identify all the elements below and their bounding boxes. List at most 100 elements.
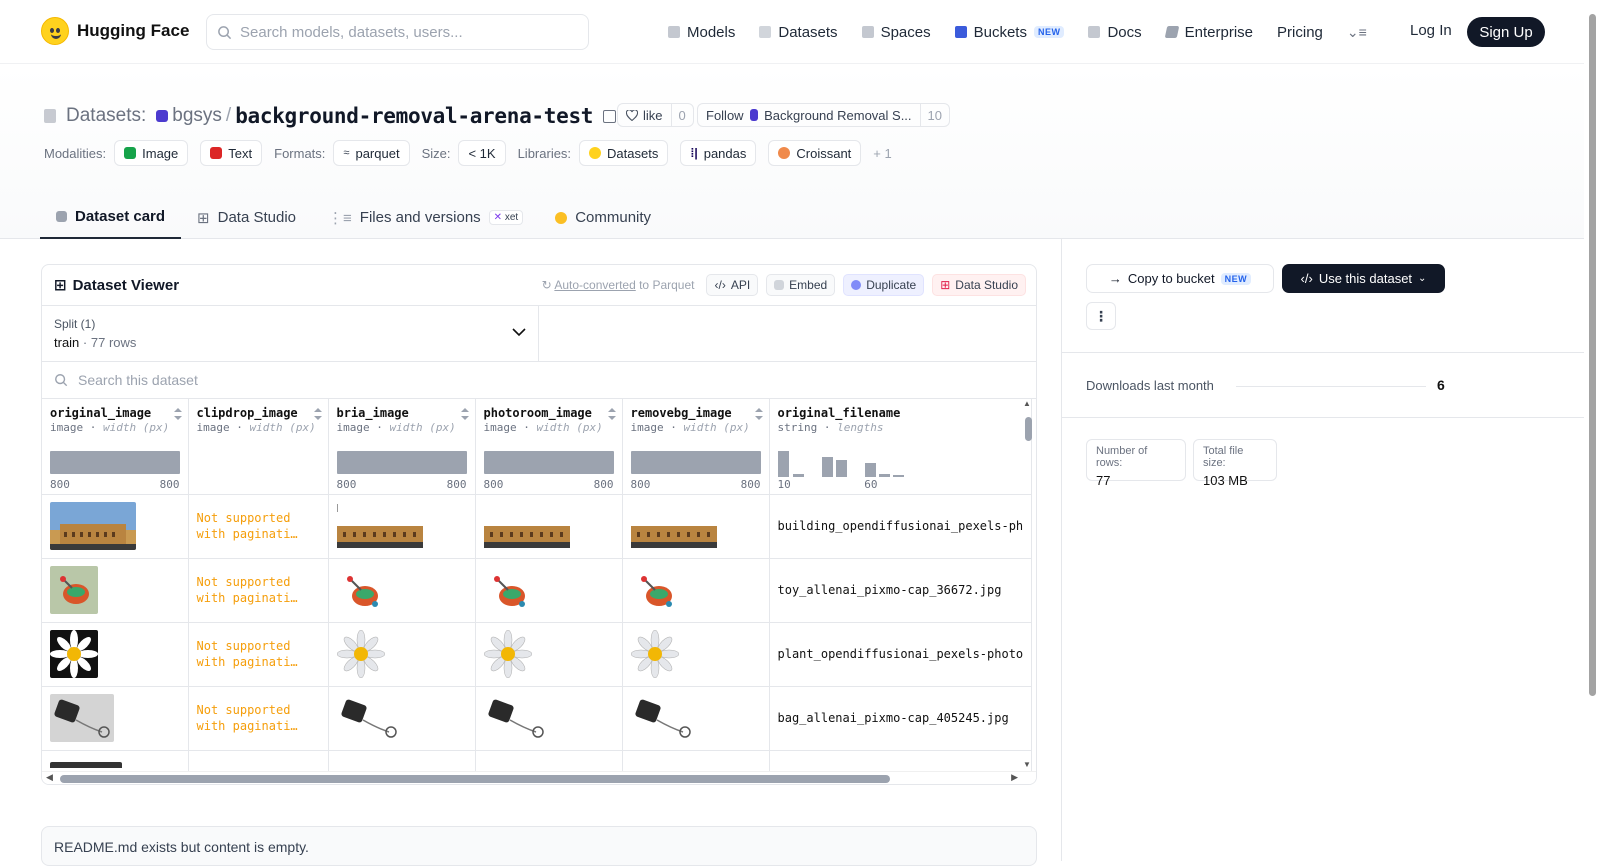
histogram-bar[interactable] bbox=[50, 451, 180, 474]
tab-dataset-card[interactable]: Dataset card bbox=[40, 196, 182, 239]
building-cutout-image[interactable] bbox=[483, 502, 570, 550]
nav-models[interactable]: Models bbox=[668, 19, 735, 45]
image-cell[interactable] bbox=[328, 558, 476, 623]
global-search-input[interactable]: Search models, datasets, users... bbox=[206, 14, 589, 50]
nav-spaces[interactable]: Spaces bbox=[861, 19, 931, 45]
vertical-scrollbar[interactable]: ▲ ▼ bbox=[1022, 399, 1034, 784]
column-header[interactable]: original_filename string · lengths 10 60 bbox=[769, 399, 1033, 495]
copy-icon[interactable] bbox=[603, 109, 617, 123]
daisy-cutout-image[interactable] bbox=[336, 630, 385, 678]
tag-datasets[interactable]: Datasets bbox=[579, 140, 669, 166]
image-cell[interactable] bbox=[42, 622, 189, 687]
page-scrollbar[interactable] bbox=[1589, 14, 1596, 696]
tag-croissant[interactable]: Croissant bbox=[768, 140, 862, 166]
tab-community[interactable]: Community bbox=[539, 196, 667, 239]
more-tags[interactable]: + 1 bbox=[873, 146, 891, 161]
bag-cutout-image[interactable] bbox=[337, 694, 401, 742]
tab-data-studio[interactable]: ⊞ Data Studio bbox=[181, 196, 312, 239]
range-max: 800 bbox=[159, 478, 180, 491]
building-cutout-image[interactable] bbox=[336, 502, 423, 550]
auto-converted-link[interactable]: Auto-converted bbox=[554, 278, 635, 292]
filename-cell[interactable]: plant_opendiffusionai_pexels-photo bbox=[769, 622, 1033, 687]
size-label: Size: bbox=[421, 145, 451, 161]
more-menu-icon[interactable]: ⌄≡ bbox=[1347, 24, 1367, 41]
building-cutout-image[interactable] bbox=[630, 502, 717, 550]
nav-pricing[interactable]: Pricing bbox=[1277, 19, 1323, 45]
nav-buckets[interactable]: Buckets NEW bbox=[954, 19, 1065, 45]
sort-icon[interactable] bbox=[173, 408, 182, 420]
toy-cutout-image[interactable] bbox=[631, 566, 679, 614]
copy-to-bucket-button[interactable]: → Copy to bucket NEW bbox=[1086, 264, 1274, 293]
hf-logo-link[interactable]: Hugging Face bbox=[41, 17, 189, 45]
toy-cutout-image[interactable] bbox=[484, 566, 532, 614]
nav-datasets[interactable]: Datasets bbox=[759, 19, 838, 45]
dataset-name[interactable]: background-removal-arena-test bbox=[235, 104, 593, 128]
filename-cell[interactable]: building_opendiffusionai_pexels-ph bbox=[769, 494, 1033, 559]
histogram-bar[interactable] bbox=[630, 451, 761, 474]
image-cell[interactable] bbox=[42, 558, 189, 623]
image-cell[interactable] bbox=[622, 686, 770, 751]
building-image[interactable] bbox=[50, 502, 136, 550]
data-studio-button[interactable]: ⊞ Data Studio bbox=[932, 274, 1026, 296]
histogram-bar[interactable] bbox=[483, 451, 614, 474]
image-cell[interactable] bbox=[622, 558, 770, 623]
daisy-cutout-image[interactable] bbox=[483, 630, 532, 678]
tab-files[interactable]: ⋮≡ Files and versions ✕ xet bbox=[312, 196, 539, 239]
split-selector[interactable]: Split (1) train · 77 rows bbox=[42, 306, 539, 361]
image-cell[interactable] bbox=[475, 622, 623, 687]
bag-image[interactable] bbox=[50, 694, 114, 742]
duplicate-button[interactable]: Duplicate bbox=[843, 274, 925, 296]
datasets-prefix[interactable]: Datasets: bbox=[66, 105, 146, 127]
sort-icon[interactable] bbox=[313, 408, 322, 420]
image-cell[interactable] bbox=[42, 494, 189, 559]
image-cell[interactable] bbox=[42, 686, 189, 751]
column-header[interactable]: clipdrop_image image · width (px) bbox=[188, 399, 329, 495]
column-header[interactable]: removebg_image image · width (px) 800 800 bbox=[622, 399, 770, 495]
histogram-bar[interactable] bbox=[336, 451, 467, 474]
horizontal-scrollbar[interactable]: ◀ ▶ bbox=[42, 771, 1036, 784]
signup-button[interactable]: Sign Up bbox=[1467, 17, 1545, 47]
nav-docs[interactable]: Docs bbox=[1088, 19, 1142, 45]
column-header[interactable]: bria_image image · width (px) 800 800 bbox=[328, 399, 476, 495]
image-cell[interactable] bbox=[475, 686, 623, 751]
sort-icon[interactable] bbox=[607, 408, 616, 420]
like-count: 0 bbox=[678, 107, 686, 123]
nav-enterprise[interactable]: Enterprise bbox=[1164, 19, 1253, 45]
length-histogram[interactable] bbox=[777, 451, 918, 477]
column-header[interactable]: photoroom_image image · width (px) 800 800 bbox=[475, 399, 623, 495]
image-cell[interactable] bbox=[622, 494, 770, 559]
tag-pandas[interactable]: ⁞| pandas bbox=[680, 140, 757, 166]
sort-icon[interactable] bbox=[460, 408, 469, 420]
api-button[interactable]: ‹/› API bbox=[706, 274, 759, 296]
tag-parquet[interactable]: ≈ parquet bbox=[333, 140, 410, 166]
dataset-card-icon bbox=[56, 211, 67, 222]
bag-cutout-image[interactable] bbox=[631, 694, 695, 742]
filename-cell[interactable]: toy_allenai_pixmo-cap_36672.jpg bbox=[769, 558, 1033, 623]
filename-cell[interactable]: bag_allenai_pixmo-cap_405245.jpg bbox=[769, 686, 1033, 751]
image-cell[interactable] bbox=[622, 622, 770, 687]
login-link[interactable]: Log In bbox=[1410, 22, 1452, 39]
tag-size[interactable]: < 1K bbox=[458, 140, 506, 166]
tag-image[interactable]: Image bbox=[114, 140, 189, 166]
image-cell[interactable] bbox=[475, 558, 623, 623]
image-cell[interactable] bbox=[328, 622, 476, 687]
tag-text[interactable]: Text bbox=[200, 140, 263, 166]
sort-icon[interactable] bbox=[754, 408, 763, 420]
org-link[interactable]: bgsys bbox=[172, 105, 222, 127]
image-cell[interactable] bbox=[328, 494, 476, 559]
column-header[interactable]: original_image image · width (px) 800 800 bbox=[42, 399, 189, 495]
embed-button[interactable]: Embed bbox=[766, 274, 836, 296]
daisy-cutout-image[interactable] bbox=[630, 630, 679, 678]
image-cell[interactable] bbox=[475, 494, 623, 559]
like-button[interactable]: like 0 bbox=[617, 103, 694, 127]
column-type: image bbox=[483, 421, 517, 434]
dataset-search-input[interactable]: Search this dataset bbox=[42, 362, 1036, 399]
follow-button[interactable]: Follow Background Removal S... 10 bbox=[697, 103, 950, 127]
daisy-image[interactable] bbox=[50, 630, 98, 678]
toy-cutout-image[interactable] bbox=[337, 566, 385, 614]
image-cell[interactable] bbox=[328, 686, 476, 751]
toy-image[interactable] bbox=[50, 566, 98, 614]
bag-cutout-image[interactable] bbox=[484, 694, 548, 742]
more-options-button[interactable]: ⋮ bbox=[1086, 302, 1116, 330]
use-this-dataset-button[interactable]: ‹/› Use this dataset ⌄ bbox=[1282, 264, 1445, 293]
